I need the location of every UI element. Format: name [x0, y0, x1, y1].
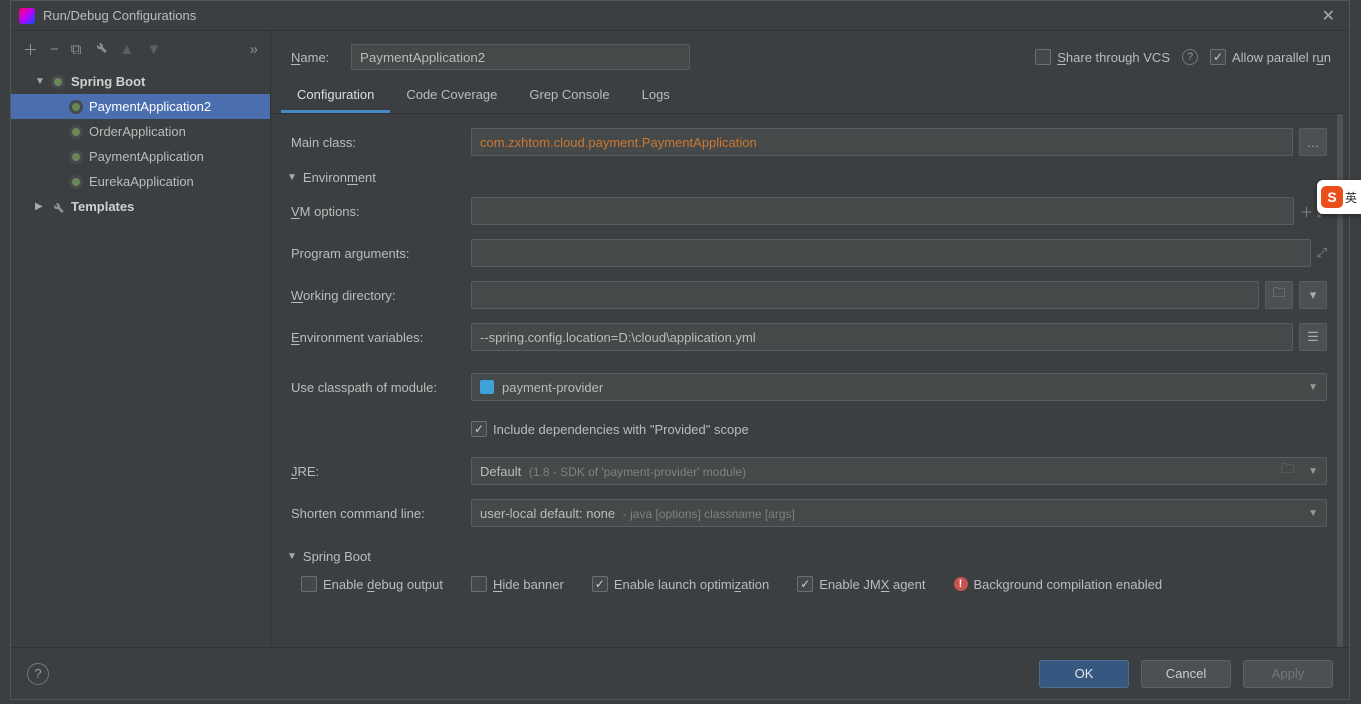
collapse-icon[interactable]: » — [250, 41, 258, 58]
add-icon[interactable]: ＋ — [23, 39, 38, 60]
wrench-icon — [51, 200, 65, 214]
bg-compile-warning: ! Background compilation enabled — [954, 577, 1163, 592]
env-vars-label: Environment variables: — [291, 330, 471, 345]
intellij-icon — [19, 8, 35, 24]
shorten-label: Shorten command line: — [291, 506, 471, 521]
tab-configuration[interactable]: Configuration — [281, 79, 390, 113]
ime-indicator[interactable]: S 英 — [1317, 180, 1361, 214]
hide-banner-checkbox[interactable]: Hide banner — [471, 576, 564, 592]
expand-icon[interactable]: ⤢ — [1317, 245, 1327, 261]
vm-options-input[interactable] — [471, 197, 1294, 225]
tab-grep-console[interactable]: Grep Console — [513, 79, 625, 113]
env-vars-input[interactable]: --spring.config.location=D:\cloud\applic… — [471, 323, 1293, 351]
help-icon[interactable]: ? — [1182, 49, 1198, 65]
form-area: Main class: com.zxhtom.cloud.payment.Pay… — [271, 114, 1343, 647]
chevron-down-icon: ▼ — [1300, 508, 1318, 519]
tab-code-coverage[interactable]: Code Coverage — [390, 79, 513, 113]
tab-logs[interactable]: Logs — [626, 79, 686, 113]
folder-icon[interactable]: 🗀 — [1265, 281, 1293, 309]
name-input[interactable] — [351, 44, 690, 70]
enable-debug-checkbox[interactable]: Enable debug output — [301, 576, 443, 592]
right-pane: Name: Share through VCS ? Allow parallel… — [271, 31, 1349, 647]
help-icon[interactable]: ? — [27, 663, 49, 685]
folder-icon: 🗀 — [1281, 460, 1294, 482]
tree-item-paymentapp[interactable]: PaymentApplication — [11, 144, 270, 169]
wrench-icon[interactable] — [94, 40, 108, 58]
environment-section[interactable]: ▼ Environment — [287, 170, 1327, 185]
dialog-footer: ? OK Cancel Apply — [11, 647, 1349, 699]
chevron-down-icon: ▼ — [1300, 382, 1318, 393]
tabs: Configuration Code Coverage Grep Console… — [271, 79, 1343, 114]
classpath-module-label: Use classpath of module: — [291, 380, 471, 395]
program-args-label: Program arguments: — [291, 246, 471, 261]
config-toolbar: ＋ − ⧉ ▲ ▼ » — [11, 31, 270, 67]
share-vcs-checkbox[interactable]: Share through VCS — [1035, 49, 1170, 65]
ime-badge-icon: S — [1321, 186, 1343, 208]
enable-launch-opt-checkbox[interactable]: Enable launch optimization — [592, 576, 769, 592]
chevron-down-icon: ▼ — [35, 76, 49, 87]
springboot-icon — [51, 75, 65, 89]
working-dir-input[interactable] — [471, 281, 1259, 309]
springboot-icon — [69, 175, 83, 189]
ok-button[interactable]: OK — [1039, 660, 1129, 688]
classpath-module-select[interactable]: payment-provider ▼ — [471, 373, 1327, 401]
left-pane: ＋ − ⧉ ▲ ▼ » ▼ Spring Boot Pa — [11, 31, 271, 647]
springboot-icon — [69, 150, 83, 164]
run-debug-dialog: Run/Debug Configurations ✕ ＋ − ⧉ ▲ ▼ » ▼ — [10, 0, 1350, 700]
error-icon: ! — [954, 577, 968, 591]
tree-item-eurekaapp[interactable]: EurekaApplication — [11, 169, 270, 194]
shorten-command-select[interactable]: user-local default: none - java [options… — [471, 499, 1327, 527]
chevron-right-icon: ▶ — [35, 201, 49, 212]
cancel-button[interactable]: Cancel — [1141, 660, 1231, 688]
apply-button[interactable]: Apply — [1243, 660, 1333, 688]
program-args-input[interactable] — [471, 239, 1311, 267]
jre-select[interactable]: Default (1.8 - SDK of 'payment-provider'… — [471, 457, 1327, 485]
jre-label: JRE: — [291, 464, 471, 479]
list-icon[interactable]: ☰ — [1299, 323, 1327, 351]
remove-icon[interactable]: − — [50, 41, 59, 58]
tree-group-springboot[interactable]: ▼ Spring Boot — [11, 69, 270, 94]
browse-class-button[interactable]: … — [1299, 128, 1327, 156]
springboot-icon — [69, 100, 83, 114]
module-icon — [480, 380, 494, 394]
vm-options-label: VM options: — [291, 204, 471, 219]
name-label: Name: — [291, 50, 339, 65]
config-tree: ▼ Spring Boot PaymentApplication2 OrderA… — [11, 67, 270, 647]
main-class-label: Main class: — [291, 135, 471, 150]
tree-item-paymentapp2[interactable]: PaymentApplication2 — [11, 94, 270, 119]
main-class-input[interactable]: com.zxhtom.cloud.payment.PaymentApplicat… — [471, 128, 1293, 156]
close-icon[interactable]: ✕ — [1316, 6, 1341, 26]
tree-group-templates[interactable]: ▶ Templates — [11, 194, 270, 219]
enable-jmx-checkbox[interactable]: Enable JMX agent — [797, 576, 925, 592]
name-row: Name: Share through VCS ? Allow parallel… — [271, 31, 1343, 75]
chevron-down-icon: ▼ — [287, 551, 297, 562]
titlebar: Run/Debug Configurations ✕ — [11, 1, 1349, 31]
allow-parallel-checkbox[interactable]: Allow parallel run — [1210, 49, 1331, 65]
working-dir-label: Working directory: — [291, 288, 471, 303]
springboot-section[interactable]: ▼ Spring Boot — [287, 549, 1327, 564]
up-icon[interactable]: ▲ — [120, 41, 135, 58]
include-provided-checkbox[interactable]: Include dependencies with "Provided" sco… — [471, 421, 749, 437]
chevron-down-icon: ▼ — [287, 172, 297, 183]
down-icon[interactable]: ▼ — [146, 41, 161, 58]
copy-icon[interactable]: ⧉ — [71, 41, 82, 58]
tree-item-orderapp[interactable]: OrderApplication — [11, 119, 270, 144]
window-title: Run/Debug Configurations — [43, 8, 1316, 23]
chevron-down-icon: ▼ — [1300, 466, 1318, 477]
springboot-icon — [69, 125, 83, 139]
dropdown-icon[interactable]: ▾ — [1299, 281, 1327, 309]
